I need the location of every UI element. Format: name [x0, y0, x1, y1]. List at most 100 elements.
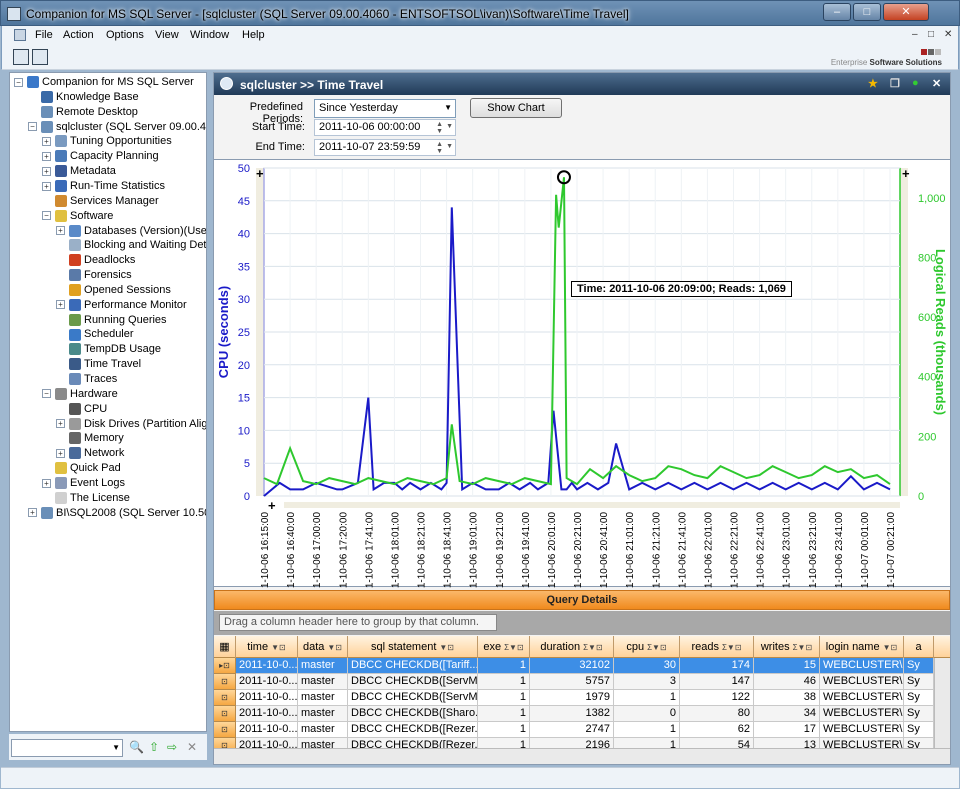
column-header-3[interactable]: exe Σ▼⊡ [478, 636, 530, 658]
table-cell[interactable]: WEBCLUSTER\b... [820, 674, 904, 690]
show-chart-button[interactable]: Show Chart [470, 98, 562, 118]
query-details-header[interactable]: Query Details [214, 590, 950, 610]
tree-item[interactable]: + Performance Monitor [56, 298, 187, 313]
column-header-7[interactable]: writes Σ▼⊡ [754, 636, 820, 658]
table-cell[interactable]: 32102 [530, 658, 614, 674]
table-row[interactable]: ⊡ 2011-10-0... master DBCC CHECKDB([ServM..… [214, 674, 950, 690]
filter-icon[interactable]: Σ▼⊡ [504, 643, 524, 652]
table-cell[interactable]: 54 [680, 738, 754, 748]
mdi-minimize-button[interactable]: – [912, 29, 918, 40]
table-cell[interactable]: 174 [680, 658, 754, 674]
tree-item[interactable]: + Capacity Planning [42, 149, 159, 164]
minimize-button[interactable]: – [823, 3, 851, 21]
tree-item[interactable]: Deadlocks [56, 253, 135, 268]
tree-item[interactable]: Traces [56, 372, 117, 387]
table-cell[interactable]: 1 [614, 690, 680, 706]
table-row[interactable]: ⊡ 2011-10-0... master DBCC CHECKDB([Rezer..… [214, 722, 950, 738]
tree-item[interactable]: + Tuning Opportunities [42, 134, 172, 149]
arrow-right-icon[interactable]: ⇨ [167, 740, 177, 754]
table-cell[interactable]: 2011-10-0... [236, 722, 298, 738]
tree-item[interactable]: Knowledge Base [28, 90, 139, 105]
table-cell[interactable]: 1 [478, 738, 530, 748]
tree-item[interactable]: Quick Pad [42, 461, 121, 476]
start-time-input[interactable]: 2011-10-06 00:00:00 ▲ ▼ ▼ [314, 119, 456, 136]
table-cell[interactable]: 122 [680, 690, 754, 706]
menu-options[interactable]: Options [106, 29, 144, 41]
mdi-close-button[interactable]: ✕ [944, 29, 952, 40]
table-cell[interactable]: master [298, 690, 348, 706]
clear-icon[interactable]: ✕ [187, 740, 197, 754]
tree-item[interactable]: Memory [56, 431, 124, 446]
tree-item[interactable]: + BI\SQL2008 (SQL Server 10.50.1 [28, 506, 206, 521]
arrow-up-icon[interactable]: ⇧ [149, 740, 159, 754]
tree-item[interactable]: + Metadata [42, 164, 116, 179]
zoom-in-right-icon[interactable]: + [902, 166, 910, 181]
filter-icon[interactable]: ▼⊡ [439, 643, 454, 652]
toggle-tree-icon[interactable] [13, 49, 29, 65]
copy-icon[interactable]: ❐ [890, 77, 900, 90]
table-cell[interactable]: 80 [680, 706, 754, 722]
column-header-4[interactable]: duration Σ▼⊡ [530, 636, 614, 658]
table-row[interactable]: ⊡ 2011-10-0... master DBCC CHECKDB([Rezer..… [214, 738, 950, 748]
table-cell[interactable]: 1 [478, 706, 530, 722]
tree-item[interactable]: CPU [56, 402, 107, 417]
filter-icon[interactable]: Σ▼⊡ [793, 643, 813, 652]
table-cell[interactable]: 0 [614, 706, 680, 722]
horizontal-scrollbar[interactable] [214, 748, 950, 764]
table-cell[interactable]: 2011-10-0... [236, 658, 298, 674]
menu-help[interactable]: Help [242, 29, 265, 41]
row-selector[interactable]: ⊡ [214, 722, 236, 738]
favorite-star-icon[interactable]: ★ [868, 77, 878, 90]
row-selector[interactable]: ▸⊡ [214, 658, 236, 674]
table-cell[interactable]: DBCC CHECKDB([ServM... [348, 690, 478, 706]
filter-icon[interactable]: ▼⊡ [271, 643, 286, 652]
tree-item[interactable]: The License [42, 491, 130, 506]
table-row[interactable]: ▸⊡ 2011-10-0... master DBCC CHECKDB([Tariff… [214, 658, 950, 674]
column-header-0[interactable]: time ▼⊡ [236, 636, 298, 658]
tree-item[interactable]: − sqlcluster (SQL Server 09.00.406 [28, 120, 206, 135]
table-cell[interactable]: Sy [904, 658, 934, 674]
tree-item[interactable]: Services Manager [42, 194, 159, 209]
table-cell[interactable]: master [298, 674, 348, 690]
menu-action[interactable]: Action [63, 29, 94, 41]
table-cell[interactable]: Sy [904, 690, 934, 706]
table-cell[interactable]: 1 [478, 690, 530, 706]
expand-toggle-icon[interactable]: + [42, 136, 51, 146]
table-cell[interactable]: 13 [754, 738, 820, 748]
table-cell[interactable]: 3 [614, 674, 680, 690]
column-header-9[interactable]: a [904, 636, 934, 658]
tree-item[interactable]: Time Travel [56, 357, 141, 372]
search-icon[interactable]: 🔍 [129, 740, 144, 754]
table-cell[interactable]: 2011-10-0... [236, 738, 298, 748]
table-cell[interactable]: 2196 [530, 738, 614, 748]
table-cell[interactable]: 15 [754, 658, 820, 674]
table-cell[interactable]: 2011-10-0... [236, 690, 298, 706]
expand-toggle-icon[interactable]: + [28, 508, 37, 518]
table-cell[interactable]: 5757 [530, 674, 614, 690]
tree-item[interactable]: Blocking and Waiting Detail [56, 238, 206, 253]
collapse-toggle-icon[interactable]: − [28, 122, 37, 132]
table-cell[interactable]: 2747 [530, 722, 614, 738]
tree-item[interactable]: − Companion for MS SQL Server [14, 75, 194, 90]
tree-item[interactable]: Scheduler [56, 327, 134, 342]
tree-item[interactable]: − Software [42, 209, 113, 224]
row-selector[interactable]: ⊡ [214, 738, 236, 748]
table-cell[interactable]: 1 [478, 674, 530, 690]
expand-toggle-icon[interactable]: + [56, 226, 65, 236]
expand-toggle-icon[interactable]: + [42, 181, 51, 191]
table-cell[interactable]: WEBCLUSTER\b... [820, 706, 904, 722]
close-button[interactable]: ✕ [883, 3, 929, 21]
table-cell[interactable]: master [298, 658, 348, 674]
table-cell[interactable]: WEBCLUSTER\b... [820, 690, 904, 706]
time-travel-chart[interactable]: 0 5 10 15 20 25 30 35 40 45 50 0 200 400 600 800 1,000 1-… [214, 159, 950, 588]
table-cell[interactable]: WEBCLUSTER\b... [820, 722, 904, 738]
table-cell[interactable]: master [298, 706, 348, 722]
table-cell[interactable]: 1 [614, 738, 680, 748]
table-cell[interactable]: 34 [754, 706, 820, 722]
row-selector[interactable]: ⊡ [214, 690, 236, 706]
menu-file[interactable]: File [35, 29, 53, 41]
table-cell[interactable]: 147 [680, 674, 754, 690]
expand-toggle-icon[interactable]: + [56, 448, 65, 458]
group-by-area[interactable]: Drag a column header here to group by th… [214, 611, 950, 635]
tree-item[interactable]: Running Queries [56, 313, 167, 328]
